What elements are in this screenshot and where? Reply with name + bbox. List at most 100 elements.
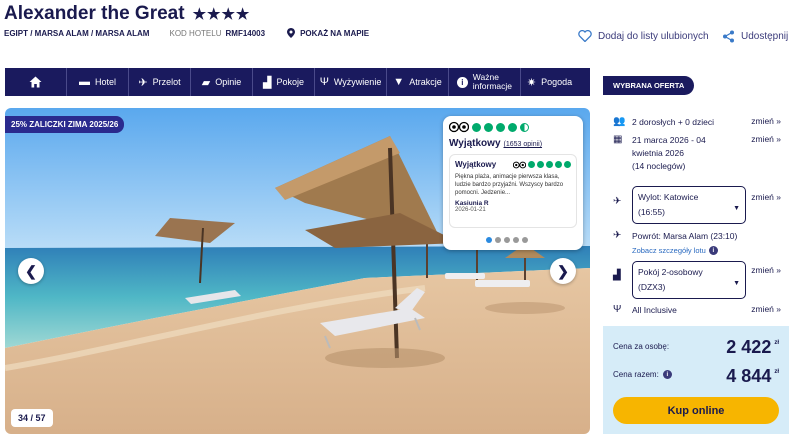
tripadvisor-owl-icon	[449, 121, 469, 133]
selected-offer-label: WYBRANA OFERTA	[603, 76, 695, 95]
nav-weather[interactable]: ✷ Pogoda	[521, 68, 578, 96]
flight-details-label: Zobacz szczegóły lotu	[632, 246, 706, 255]
departure-line1: Wylot: Katowice	[638, 192, 699, 202]
price-total-label: Cena razem: i	[613, 370, 672, 379]
price-per-person-text: Cena za osobę:	[613, 342, 670, 351]
sun-icon: ✷	[526, 76, 537, 89]
caret-down-icon: ▼	[733, 205, 740, 212]
change-room-link[interactable]: zmień »	[751, 265, 781, 275]
chevron-right-icon: ❯	[557, 262, 569, 279]
pager-dot[interactable]	[513, 237, 519, 243]
takeoff-icon: ✈	[613, 196, 622, 207]
review-title: Wyjątkowy	[455, 160, 497, 169]
room-icon: ▟	[613, 270, 621, 281]
price-panel: Cena za osobę: 2 422 zł Cena razem: i 4 8…	[603, 326, 789, 434]
nav-board-label: Wyżywienie	[333, 77, 382, 87]
price-total-text: Cena razem:	[613, 370, 659, 379]
travelers-text: 2 dorosłych + 0 dzieci	[632, 117, 714, 127]
nav-important-info[interactable]: i Ważne informacje	[449, 68, 521, 96]
change-travelers-link[interactable]: zmień »	[751, 116, 781, 126]
travelers-row: 👥 2 dorosłych + 0 dzieci zmień »	[613, 116, 781, 130]
promo-badge: 25% ZALICZKI ZIMA 2025/26	[5, 116, 125, 133]
nav-flight-label: Przelot	[152, 77, 181, 87]
review-rating	[513, 161, 571, 169]
calendar-icon: ▦	[613, 134, 623, 145]
room-select[interactable]: Pokój 2-osobowy (DZX3) ▼	[632, 261, 746, 299]
board-row: Ψ All Inclusive zmień »	[613, 304, 781, 318]
nav-important-info-label: Ważne informacje	[473, 73, 512, 91]
hotel-code: RMF14003	[225, 28, 266, 38]
sofa-icon: ▟	[263, 76, 272, 89]
nav-rooms[interactable]: ▟ Pokoje	[253, 68, 315, 96]
price-per-person-value: 2 422	[726, 337, 772, 357]
nav-hotel[interactable]: ▬ Hotel	[67, 68, 129, 96]
location-breadcrumb[interactable]: EGIPT / MARSA ALAM / MARSA ALAM	[4, 29, 149, 38]
nav-hotel-label: Hotel	[94, 77, 116, 87]
nav-weather-label: Pogoda	[541, 77, 573, 87]
rating-dot	[472, 122, 481, 132]
add-to-favorites-label: Dodaj do listy ulubionych	[598, 30, 709, 42]
price-total-value: 4 844	[726, 366, 772, 386]
photo-counter: 34 / 57	[11, 409, 53, 427]
people-icon: 👥	[613, 116, 626, 127]
share-label: Udostępnij	[741, 31, 789, 42]
rating-dot	[508, 122, 517, 132]
info-icon: i	[457, 76, 468, 88]
rating-dot	[564, 161, 571, 168]
review-text: Piękna plaża, animacje pierwsza klasa, l…	[455, 174, 564, 196]
share-button[interactable]: Udostępnij	[722, 30, 788, 43]
cutlery-icon: Ψ	[319, 76, 329, 88]
change-departure-link[interactable]: zmień »	[751, 192, 781, 202]
tripadvisor-rating-label: Wyjątkowy (1653 opinii)	[449, 138, 577, 149]
room-line1: Pokój 2-osobowy	[638, 267, 703, 277]
show-map-link[interactable]: POKAŻ NA MAPIE	[287, 28, 369, 38]
star-rating: ★★★★	[192, 6, 251, 23]
map-pin-icon	[287, 28, 296, 38]
room-row: ▟ Pokój 2-osobowy (DZX3) ▼ zmień »	[613, 261, 781, 306]
tripadvisor-card[interactable]: Wyjątkowy (1653 opinii) Wyjątkowy Piękna …	[443, 116, 583, 250]
price-per-person-label: Cena za osobę:	[613, 342, 669, 351]
add-to-favorites-button[interactable]: Dodaj do listy ulubionych	[578, 30, 709, 42]
pager-dot[interactable]	[486, 237, 492, 243]
rating-dot	[546, 161, 553, 168]
home-icon	[29, 76, 42, 88]
caret-down-icon: ▼	[733, 280, 740, 287]
info-icon[interactable]: i	[662, 370, 672, 379]
rating-dot	[555, 161, 562, 168]
return-text: Powrót: Marsa Alam (23:10)	[632, 231, 738, 241]
nav-reviews[interactable]: ▰ Opinie	[191, 68, 253, 96]
pager-dot[interactable]	[495, 237, 501, 243]
nav-rooms-label: Pokoje	[276, 77, 304, 87]
nav-flight[interactable]: ✈ Przelot	[129, 68, 191, 96]
pager-dot[interactable]	[522, 237, 528, 243]
dates-line3: (14 noclegów)	[632, 161, 686, 171]
room-line2: (DZX3)	[638, 282, 666, 292]
gallery-prev-button[interactable]: ❮	[18, 258, 44, 284]
board-text: All Inclusive	[632, 305, 677, 315]
review-date: 2026-01-21	[455, 207, 486, 213]
hotel-subheader: EGIPT / MARSA ALAM / MARSA ALAM KOD HOTE…	[4, 28, 369, 38]
gallery-next-button[interactable]: ❯	[550, 258, 576, 284]
departure-select[interactable]: Wylot: Katowice (16:55) ▼	[632, 186, 746, 224]
nav-board[interactable]: Ψ Wyżywienie	[315, 68, 387, 96]
hotel-name: Alexander the Great	[4, 3, 185, 24]
change-dates-link[interactable]: zmień »	[751, 134, 781, 144]
dates-line2: kwietnia 2026	[632, 148, 684, 158]
rating-dot	[537, 161, 544, 168]
rating-word: Wyjątkowy	[449, 138, 501, 149]
change-board-link[interactable]: zmień »	[751, 304, 781, 314]
price-total: 4 844 zł	[726, 366, 779, 387]
hotel-nav-bar: ▬ Hotel ✈ Przelot ▰ Opinie ▟ Pokoje Ψ Wy…	[5, 68, 590, 96]
review-count-link[interactable]: (1653 opinii)	[504, 141, 543, 148]
review-pager	[486, 237, 528, 243]
nav-home[interactable]	[5, 68, 67, 96]
pager-dot[interactable]	[504, 237, 510, 243]
landing-icon: ✈	[613, 230, 622, 241]
rating-dot	[496, 122, 505, 132]
speech-bubble-icon: ▰	[201, 76, 211, 89]
buy-online-button[interactable]: Kup online	[613, 397, 779, 424]
nav-attractions[interactable]: ▼ Atrakcje	[387, 68, 449, 96]
currency-label: zł	[774, 340, 779, 346]
bed-icon: ▬	[78, 76, 90, 88]
flight-details-link[interactable]: Zobacz szczegóły lotu i	[632, 246, 718, 255]
